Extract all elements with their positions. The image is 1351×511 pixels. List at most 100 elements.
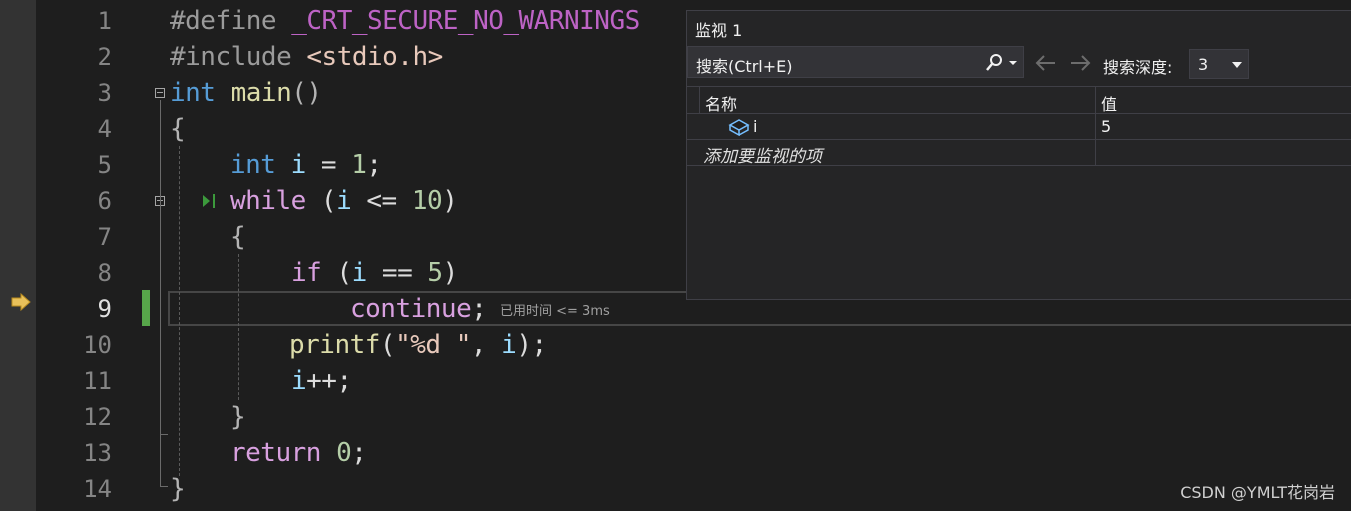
code-line-12: } bbox=[230, 399, 246, 435]
operator: == bbox=[366, 258, 428, 288]
code-line-2: #include <stdio.h> bbox=[170, 39, 443, 75]
operator: <= bbox=[351, 186, 412, 216]
punctuation: , bbox=[470, 330, 502, 360]
execution-arrow-icon bbox=[11, 292, 31, 312]
chevron-down-icon bbox=[1232, 62, 1242, 68]
watch-grid-header: 名称 值 bbox=[687, 86, 1351, 114]
column-header-name[interactable]: 名称 bbox=[705, 91, 737, 115]
column-separator bbox=[1095, 114, 1096, 140]
outline-guide bbox=[160, 100, 161, 486]
line-number: 3 bbox=[97, 79, 112, 107]
search-input[interactable]: 搜索(Ctrl+E) bbox=[687, 46, 1024, 78]
punctuation: ( bbox=[379, 330, 396, 360]
search-placeholder: 搜索(Ctrl+E) bbox=[696, 57, 793, 76]
outline-guide-end bbox=[160, 486, 168, 487]
visual-studio-debug-window: 1 2 3 4 5 6 7 8 9 10 11 12 13 14 #define… bbox=[0, 0, 1351, 511]
line-number-gutter: 1 2 3 4 5 6 7 8 9 10 11 12 13 14 bbox=[36, 0, 116, 511]
code-line-9: continue; bbox=[350, 291, 487, 327]
number: 1 bbox=[351, 150, 367, 180]
run-to-click-icon[interactable] bbox=[201, 191, 217, 211]
punctuation: ; bbox=[351, 438, 367, 468]
change-tracking-bar bbox=[142, 290, 150, 326]
brace: { bbox=[170, 114, 186, 144]
line-number: 10 bbox=[83, 331, 112, 359]
collapse-main-icon[interactable] bbox=[155, 88, 165, 98]
type-keyword: int bbox=[170, 78, 216, 108]
column-separator bbox=[1095, 140, 1096, 166]
brace: } bbox=[170, 474, 186, 504]
search-depth-select[interactable]: 3 bbox=[1189, 49, 1249, 79]
watch-title: 监视 1 bbox=[695, 21, 743, 40]
indent-guide bbox=[179, 146, 180, 476]
watch-window: 监视 1 搜索(Ctrl+E) 搜索深度: 3 名称 值 i 5 添加要监视的项 bbox=[686, 10, 1351, 300]
add-watch-placeholder[interactable]: 添加要监视的项 bbox=[703, 142, 822, 167]
add-watch-row[interactable]: 添加要监视的项 bbox=[687, 140, 1351, 167]
arrow-right-icon[interactable] bbox=[1069, 53, 1093, 73]
perf-tip[interactable]: 已用时间 <= 3ms bbox=[500, 300, 610, 319]
line-number: 13 bbox=[83, 439, 112, 467]
line-number: 6 bbox=[97, 187, 112, 215]
watch-row-value[interactable]: 5 bbox=[1101, 117, 1111, 136]
code-line-6: while (i <= 10) bbox=[230, 183, 458, 219]
number: 10 bbox=[411, 186, 443, 216]
punctuation: ; bbox=[471, 294, 487, 324]
punctuation: () bbox=[291, 78, 322, 108]
code-line-5: int i = 1; bbox=[230, 147, 382, 183]
column-separator[interactable] bbox=[1095, 87, 1096, 114]
number: 0 bbox=[336, 438, 352, 468]
punctuation: ); bbox=[516, 330, 547, 360]
control-keyword: continue bbox=[350, 294, 472, 324]
variable: i bbox=[290, 150, 307, 180]
variable: i bbox=[336, 186, 352, 216]
code-line-7: { bbox=[230, 219, 246, 255]
line-number: 11 bbox=[83, 367, 112, 395]
code-line-11: i++; bbox=[291, 363, 352, 399]
macro-name: _CRT_SECURE_NO_WARNINGS bbox=[291, 6, 640, 36]
arrow-left-icon[interactable] bbox=[1033, 53, 1057, 73]
glyph-margin[interactable] bbox=[0, 0, 36, 511]
line-number: 14 bbox=[83, 475, 112, 503]
operator: = bbox=[305, 150, 352, 180]
search-icon[interactable] bbox=[984, 53, 1004, 73]
line-number: 5 bbox=[97, 151, 112, 179]
line-number: 2 bbox=[97, 43, 112, 71]
code-line-3: int main() bbox=[170, 75, 322, 111]
preprocessor-directive: #define bbox=[170, 6, 277, 36]
line-number: 1 bbox=[97, 7, 112, 35]
variable: i bbox=[291, 366, 307, 396]
watch-row-name: i bbox=[753, 117, 758, 136]
code-line-14: } bbox=[170, 471, 186, 507]
chevron-down-icon[interactable] bbox=[1008, 59, 1018, 67]
punctuation: ; bbox=[366, 150, 382, 180]
punctuation: ) bbox=[442, 258, 459, 288]
line-number-current: 9 bbox=[97, 295, 112, 323]
watch-row[interactable]: i 5 bbox=[687, 114, 1351, 140]
indent-guide bbox=[238, 254, 239, 400]
include-header: <stdio.h> bbox=[306, 42, 443, 72]
line-number: 12 bbox=[83, 403, 112, 431]
function-name: main bbox=[230, 78, 292, 108]
string-literal: "%d " bbox=[395, 330, 471, 360]
search-depth-value: 3 bbox=[1198, 55, 1209, 74]
variable: i bbox=[501, 330, 517, 360]
code-line-4: { bbox=[170, 111, 186, 147]
brace: } bbox=[230, 402, 246, 432]
function-name: printf bbox=[289, 330, 380, 360]
variable-icon bbox=[728, 119, 750, 136]
punctuation: ) bbox=[442, 186, 458, 216]
control-keyword: if bbox=[291, 258, 322, 288]
column-separator bbox=[699, 87, 700, 114]
variable: i bbox=[351, 258, 368, 288]
line-number: 8 bbox=[97, 259, 112, 287]
outline-guide-branch bbox=[160, 434, 168, 435]
preprocessor-directive: #include bbox=[170, 42, 292, 72]
punctuation: ( bbox=[321, 258, 352, 288]
column-header-value[interactable]: 值 bbox=[1101, 91, 1117, 115]
code-line-10: printf("%d ", i); bbox=[289, 327, 547, 363]
punctuation: ( bbox=[305, 186, 337, 216]
code-line-13: return 0; bbox=[230, 435, 367, 471]
code-line-8: if (i == 5) bbox=[291, 255, 458, 291]
operator: ++; bbox=[306, 366, 352, 396]
code-line-1: #define _CRT_SECURE_NO_WARNINGS bbox=[170, 3, 640, 39]
